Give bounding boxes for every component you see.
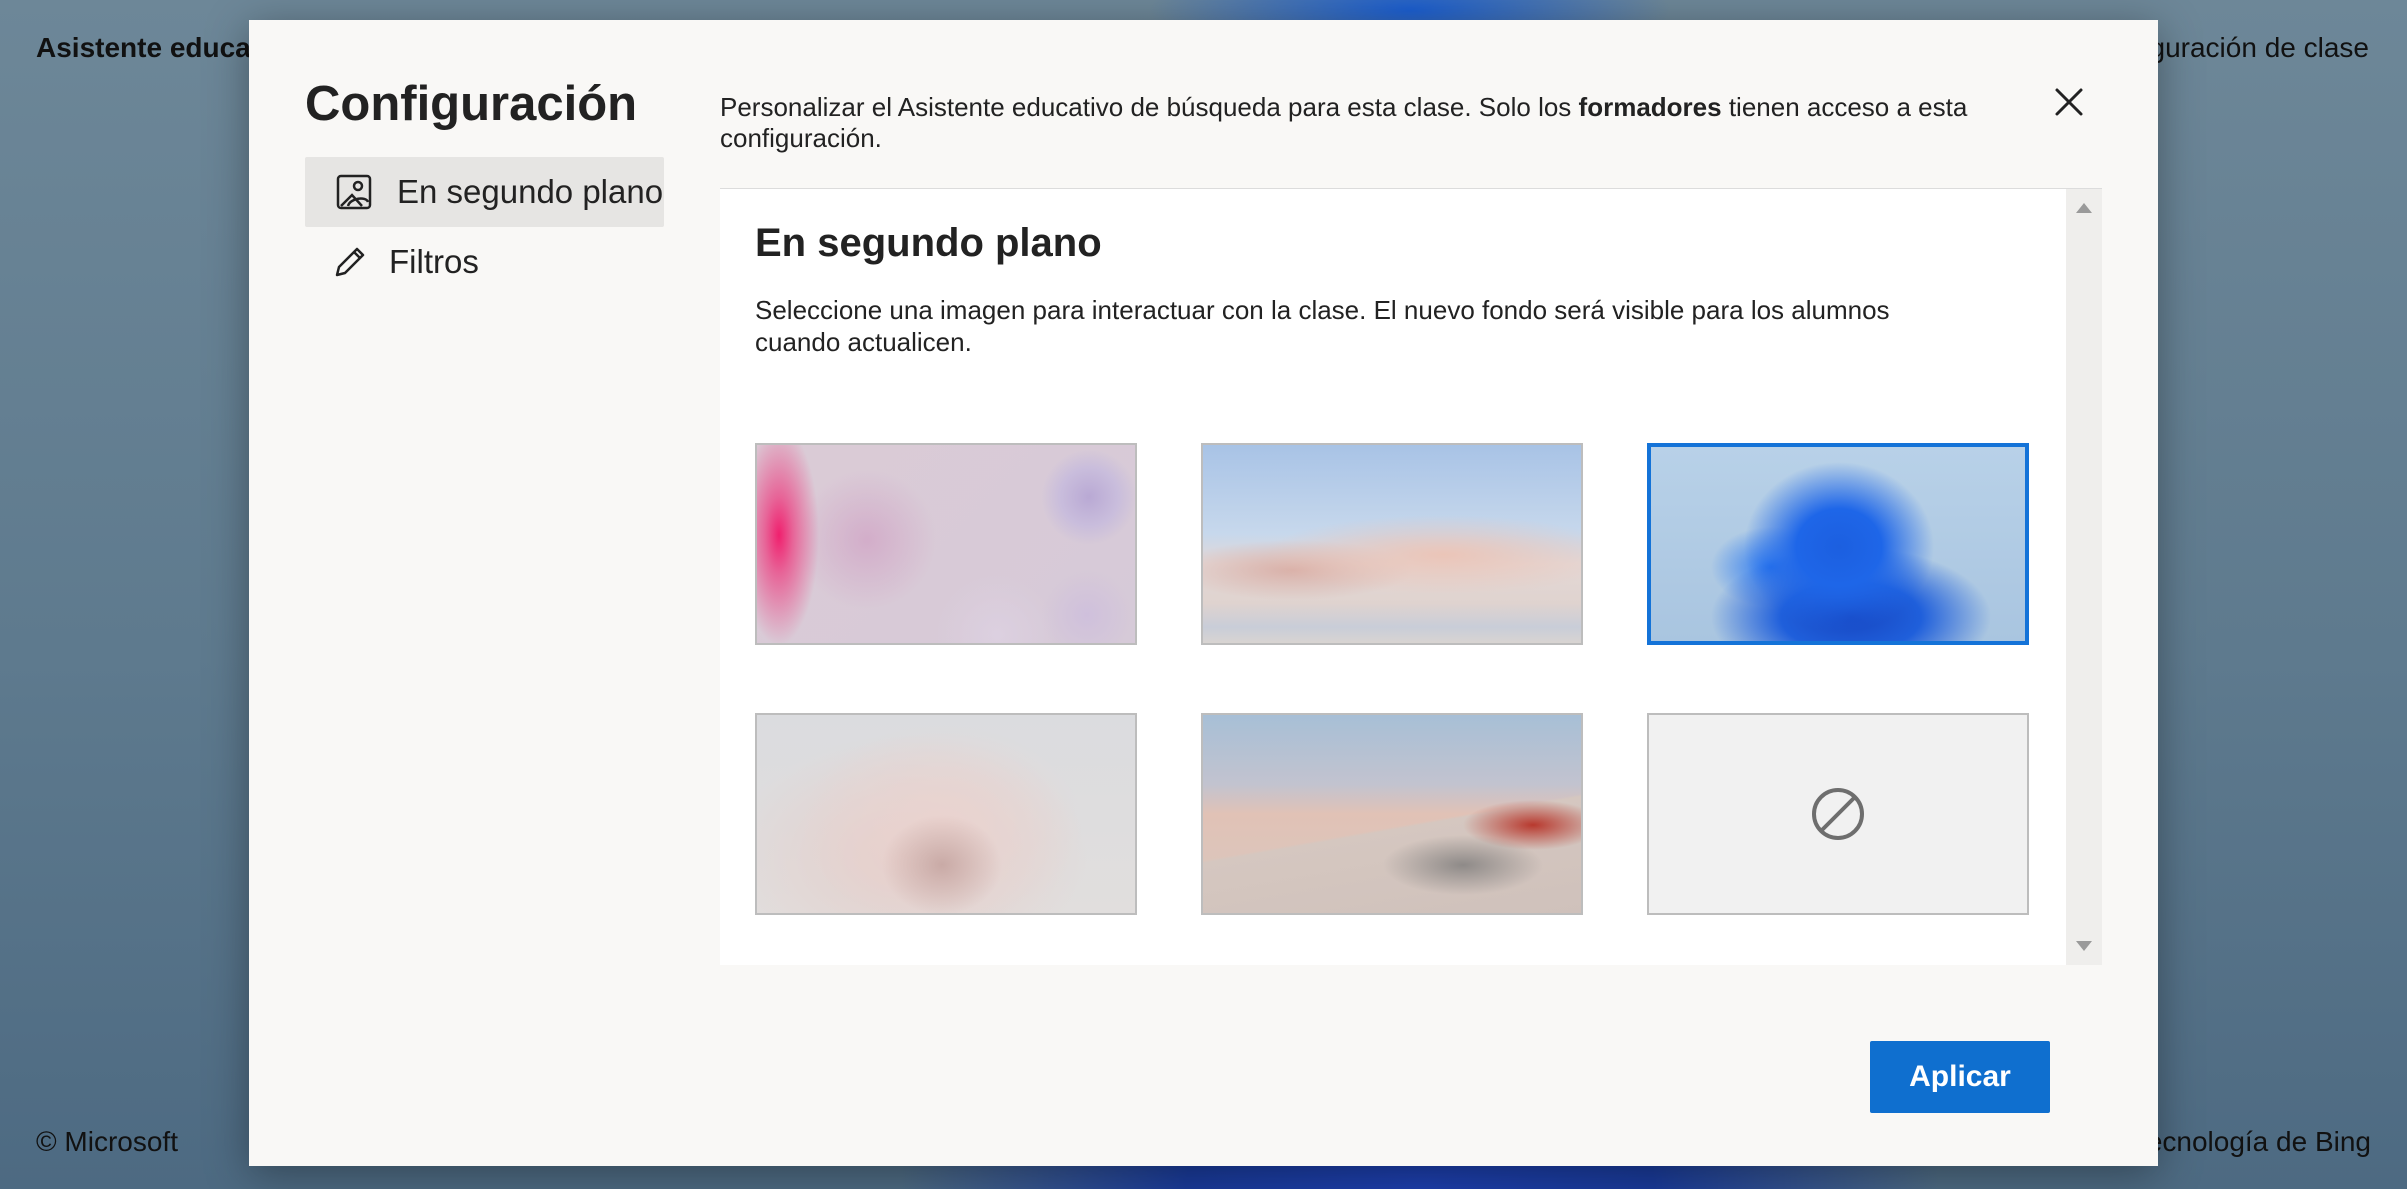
close-button[interactable] <box>2049 82 2089 122</box>
panel-heading: En segundo plano <box>755 221 1102 265</box>
panel-scrollbar[interactable] <box>2066 189 2102 965</box>
background-option-desert-sunset[interactable] <box>1201 713 1583 915</box>
brand-title: Asistente educati <box>36 32 268 63</box>
nav-item-background[interactable]: En segundo plano <box>305 157 664 227</box>
intro-text: Personalizar el Asistente educativo de b… <box>720 92 1579 122</box>
background-option-blue-bloom[interactable] <box>1647 443 2029 645</box>
pencil-icon <box>331 243 369 281</box>
panel-description: Seleccione una imagen para interactuar c… <box>755 295 1890 357</box>
copyright-text: © Microsoft <box>36 1126 178 1157</box>
nav-item-label: Filtros <box>389 243 479 280</box>
intro-emphasis: formadores <box>1578 92 1722 122</box>
scroll-down-icon[interactable] <box>2076 941 2092 951</box>
background-option-pink-flower[interactable] <box>755 713 1137 915</box>
dialog-intro: Personalizar el Asistente educativo de b… <box>720 92 2010 154</box>
background-option-none[interactable] <box>1647 713 2029 915</box>
settings-dialog: Configuración En segundo plano Filtros P… <box>249 20 2158 1166</box>
class-settings-link[interactable]: guración de clase <box>2150 32 2369 64</box>
nav-item-label: En segundo plano <box>397 173 664 210</box>
dialog-title: Configuración <box>305 77 638 131</box>
scroll-up-icon[interactable] <box>2076 203 2092 213</box>
image-icon <box>335 173 373 211</box>
close-icon <box>2055 88 2083 116</box>
background-option-desert-sky[interactable] <box>1201 443 1583 645</box>
prohibited-icon <box>1812 788 1864 840</box>
nav-item-filters[interactable]: Filtros <box>305 227 664 297</box>
apply-button[interactable]: Aplicar <box>1870 1041 2050 1113</box>
background-panel: En segundo plano Seleccione una imagen p… <box>720 188 2102 965</box>
settings-nav: En segundo plano Filtros <box>305 157 664 297</box>
powered-by-text: ecnología de Bing <box>2146 1126 2371 1157</box>
background-option-bubbles[interactable] <box>755 443 1137 645</box>
